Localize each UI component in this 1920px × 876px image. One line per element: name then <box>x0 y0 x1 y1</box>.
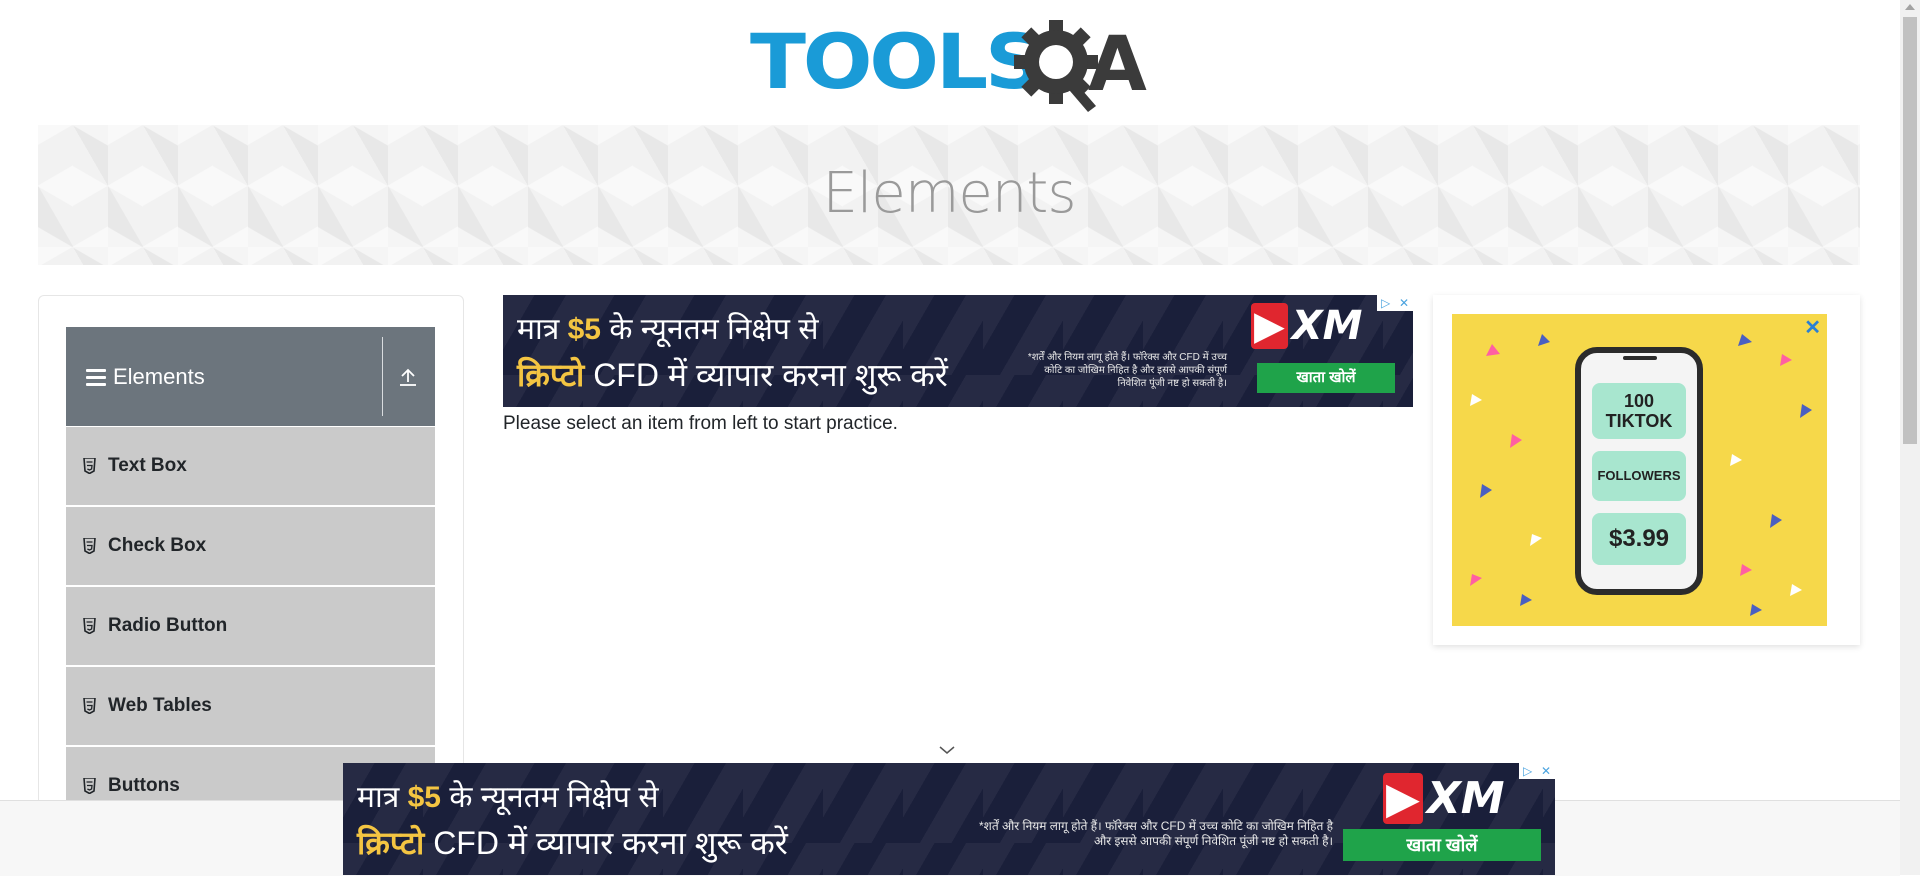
side-ad[interactable]: ✕ 100 TIKTOK FOLLOWERS $3.99 <box>1452 314 1827 626</box>
sidebar-item-label: Buttons <box>108 775 180 796</box>
ad-tile-followers: FOLLOWERS <box>1592 451 1686 501</box>
ad-open-account-button[interactable]: खाता खोलें <box>1343 829 1541 861</box>
ad-subheadline: क्रिप्टो CFD में व्यापार करना शुरू करें <box>357 825 788 861</box>
ad-headline: मात्र $5 के न्यूनतम निक्षेप से <box>517 313 819 346</box>
sidebar-item-label: Web Tables <box>108 695 212 716</box>
ad-tile-price: $3.99 <box>1592 513 1686 565</box>
hamburger-icon <box>86 369 106 386</box>
sidebar-group-title: Elements <box>113 364 205 389</box>
ad-fine-print: *शर्तें और नियम लागू होते हैं। फॉरेक्स औ… <box>1027 352 1227 389</box>
sidebar-item-web-tables[interactable]: Web Tables <box>66 667 435 746</box>
sidebar-item-radio-button[interactable]: Radio Button <box>66 587 435 666</box>
ad-choices-icon[interactable]: ▷ ✕ <box>1519 763 1555 779</box>
scroll-up-arrow-icon[interactable] <box>1905 4 1915 10</box>
side-ad-container: ✕ 100 TIKTOK FOLLOWERS $3.99 <box>1433 295 1860 645</box>
ad-choices-icon[interactable]: ▷ ✕ <box>1377 295 1413 311</box>
logo-text-a: A <box>1088 19 1147 108</box>
sidebar-item-check-box[interactable]: Check Box <box>66 507 435 586</box>
phone-illustration: 100 TIKTOK FOLLOWERS $3.99 <box>1575 347 1703 595</box>
xm-brand-logo: ▶ XM <box>1383 773 1505 824</box>
xm-brand-logo: ▶ XM <box>1251 303 1362 349</box>
html5-icon <box>83 618 96 634</box>
ad-subheadline: क्रिप्टो CFD में व्यापार करना शुरू करें <box>517 357 948 393</box>
ad-headline: मात्र $5 के न्यूनतम निक्षेप से <box>357 781 659 814</box>
html5-icon <box>83 458 96 474</box>
page-scrollbar[interactable] <box>1900 0 1920 875</box>
sidebar-item-label: Radio Button <box>108 615 228 636</box>
scrollbar-thumb[interactable] <box>1903 17 1917 444</box>
ad-open-account-button[interactable]: खाता खोलें <box>1257 363 1395 393</box>
toolsqa-logo[interactable]: TOOLS A <box>750 18 1155 114</box>
sidebar-item-label: Check Box <box>108 535 207 556</box>
collapse-arrow-icon[interactable] <box>396 365 420 389</box>
ad-banner-top[interactable]: मात्र $5 के न्यूनतम निक्षेप से क्रिप्टो … <box>503 295 1413 407</box>
phone-notch <box>1623 356 1657 360</box>
helper-text: Please select an item from left to start… <box>503 413 898 434</box>
ad-banner-bottom[interactable]: मात्र $5 के न्यूनतम निक्षेप से क्रिप्टो … <box>343 763 1555 875</box>
page-banner: Elements <box>38 125 1860 265</box>
sidebar-item-label: Text Box <box>108 455 187 476</box>
sidebar-item-text-box[interactable]: Text Box <box>66 427 435 506</box>
chevron-down-icon[interactable] <box>938 744 956 756</box>
page-title: Elements <box>822 161 1076 226</box>
ad-fine-print: *शर्तें और नियम लागू होते हैं। फॉरेक्स औ… <box>979 819 1333 848</box>
html5-icon <box>83 698 96 714</box>
sidebar-group-header-elements[interactable]: Elements <box>66 327 435 426</box>
close-icon[interactable]: ✕ <box>1804 315 1821 340</box>
html5-icon <box>83 538 96 554</box>
logo-text-tools: TOOLS <box>750 17 1044 106</box>
header-divider <box>382 337 383 416</box>
html5-icon <box>83 778 96 794</box>
ad-tile-tiktok: 100 TIKTOK <box>1592 383 1686 439</box>
